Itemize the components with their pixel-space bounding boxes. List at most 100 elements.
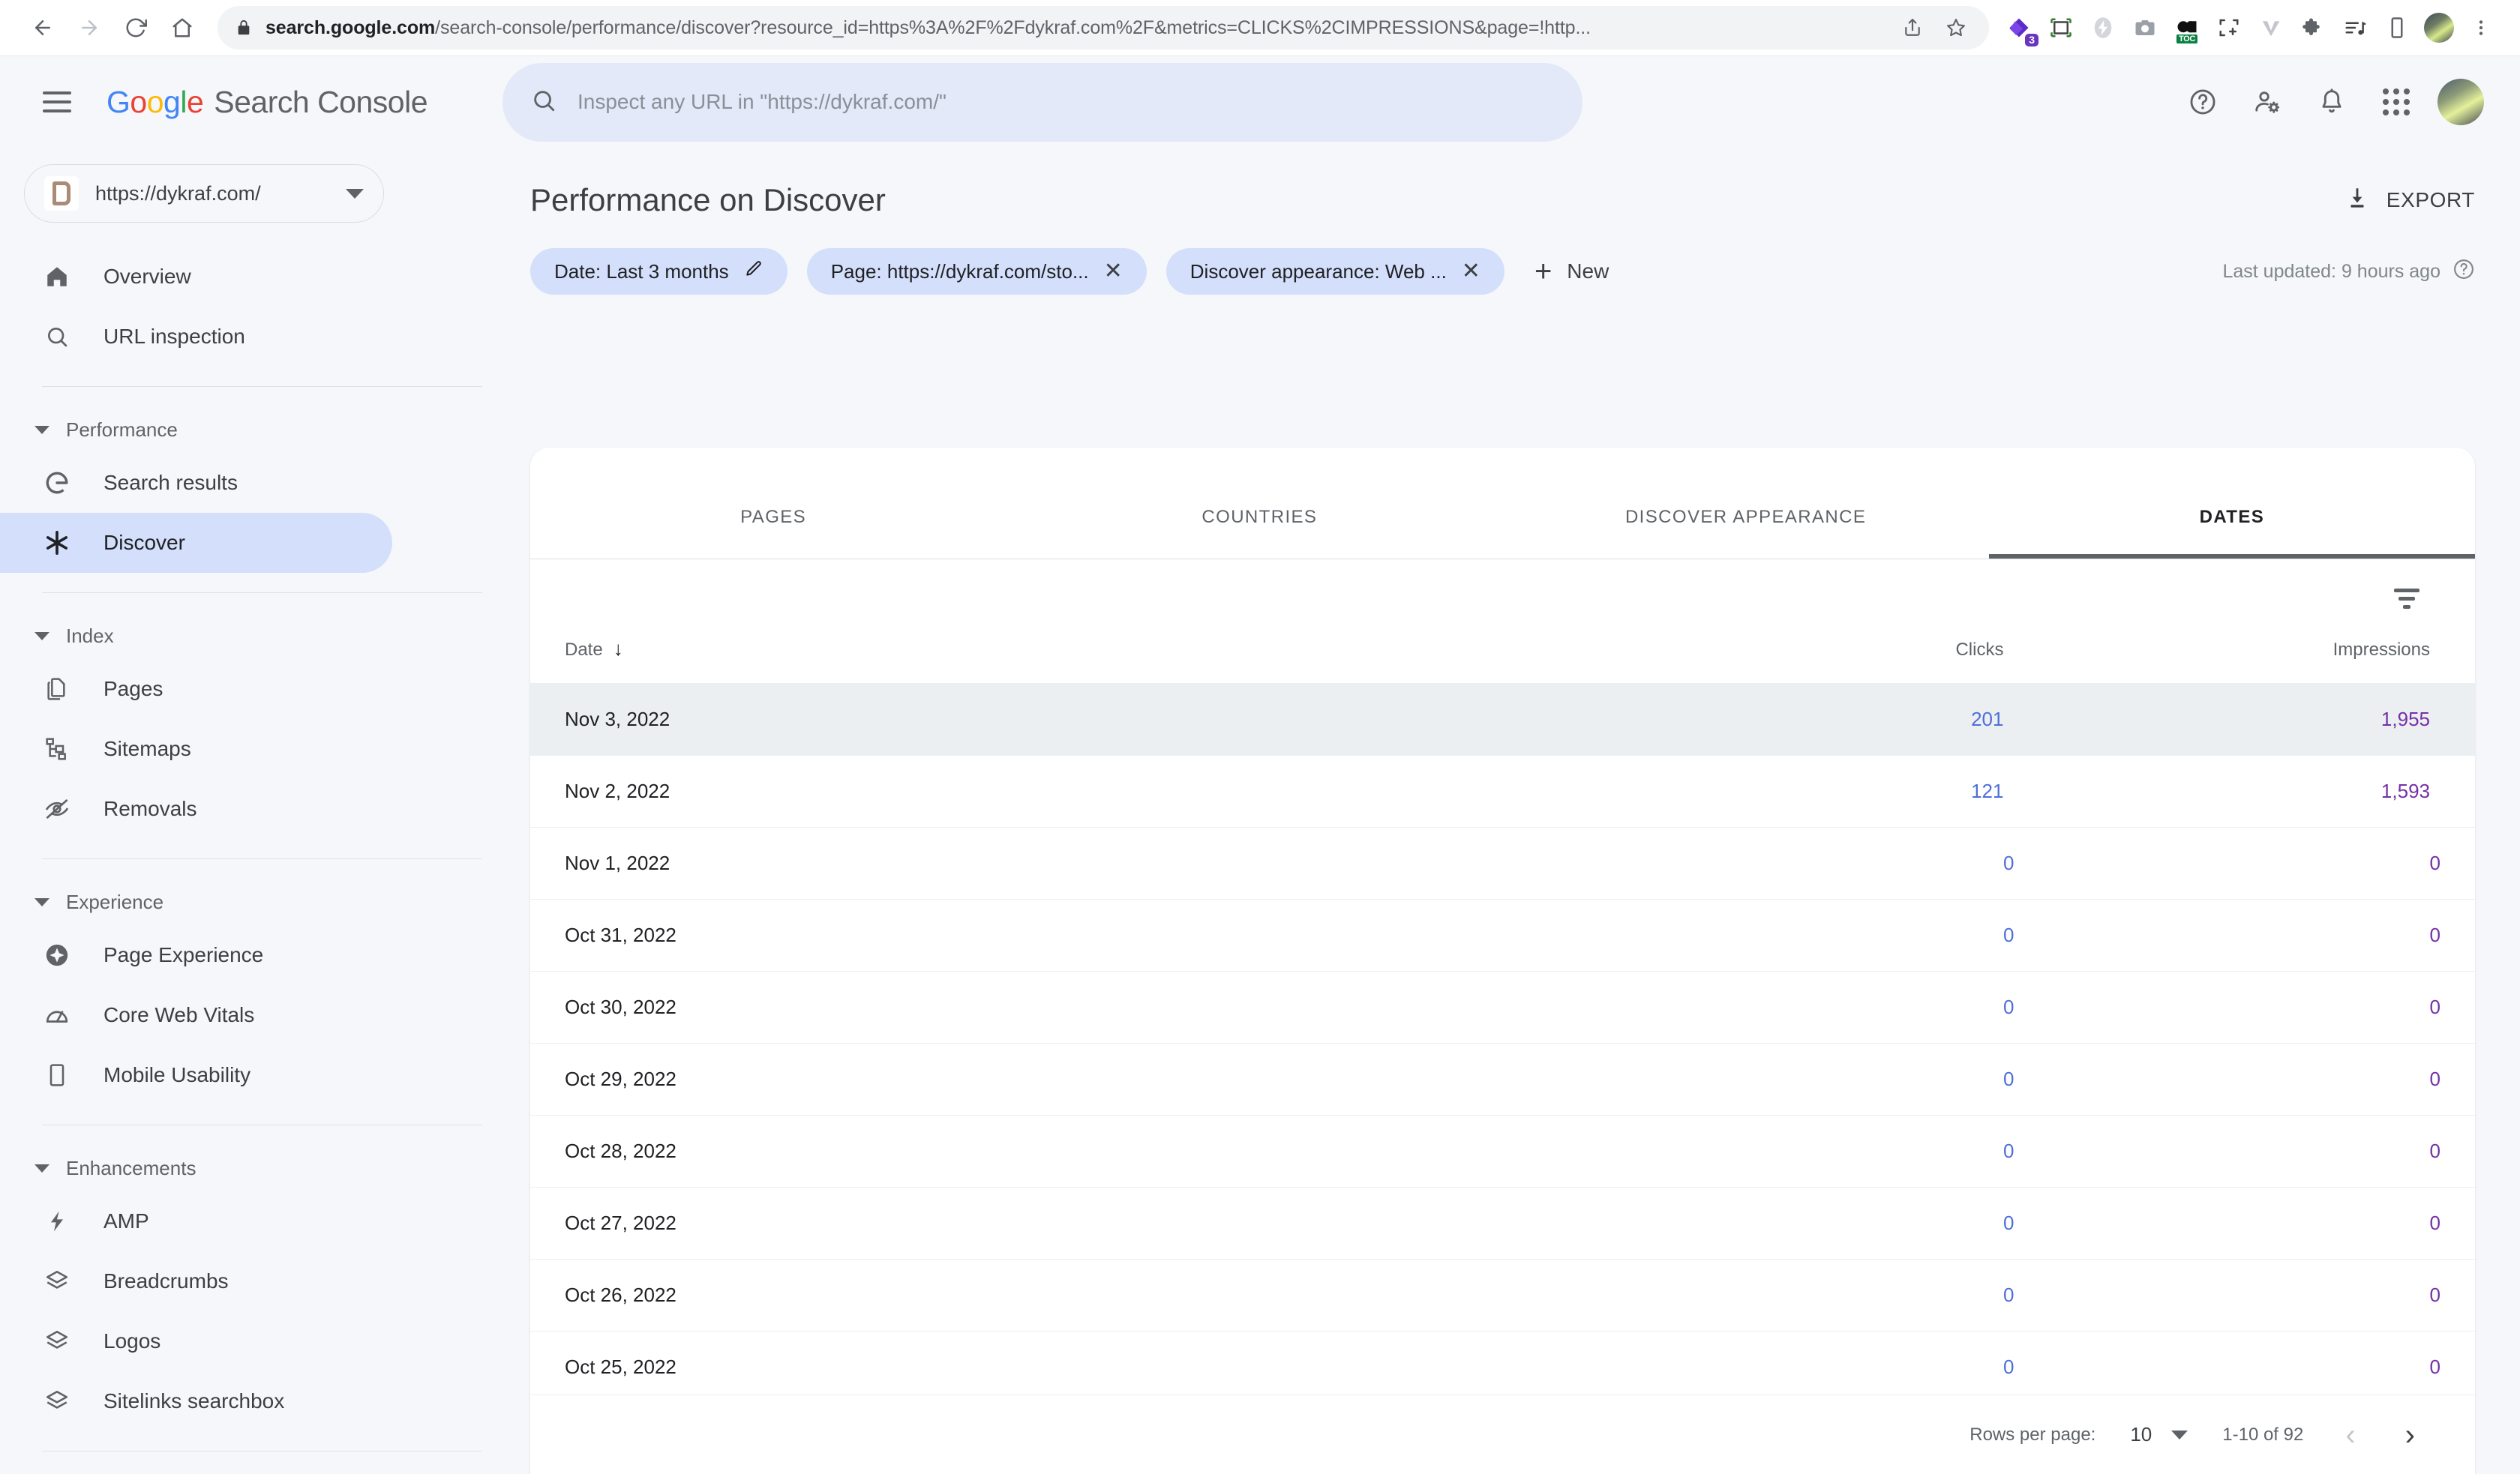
cell-clicks: 0 — [2003, 1068, 2014, 1090]
sidebar-group-label: Enhancements — [66, 1156, 196, 1179]
diamond-extension-icon[interactable]: 3 — [2000, 8, 2038, 47]
sidebar-item-sitelinks-searchbox[interactable]: Sitelinks searchbox — [0, 1371, 392, 1431]
v-extension-icon[interactable] — [2252, 8, 2290, 47]
chevron-down-icon — [34, 897, 50, 906]
cell-impressions: 1,593 — [2380, 780, 2430, 802]
search-icon — [531, 88, 556, 117]
table-row[interactable]: Oct 29, 2022 0 0 — [530, 1043, 2475, 1116]
table-row[interactable]: Oct 31, 2022 0 0 — [530, 899, 2475, 972]
filter-chip-date[interactable]: Date: Last 3 months — [530, 248, 788, 295]
sidebar-item-pages[interactable]: Pages — [0, 659, 392, 719]
bookmark-star-icon[interactable] — [1941, 13, 1971, 43]
column-header-date[interactable]: Date ↓ — [530, 637, 1658, 684]
next-page-button[interactable]: › — [2398, 1420, 2422, 1450]
table-row[interactable]: Oct 28, 2022 0 0 — [530, 1115, 2475, 1188]
sidebar-item-overview[interactable]: Overview — [0, 247, 392, 307]
table-row[interactable]: Oct 30, 2022 0 0 — [530, 971, 2475, 1044]
sidebar-item-page-experience[interactable]: Page Experience — [0, 925, 392, 985]
playlist-music-icon[interactable] — [2336, 8, 2374, 47]
url-path: /search-console/performance/discover?res… — [435, 16, 1592, 38]
puzzle-extensions-icon[interactable] — [2294, 8, 2332, 47]
sidebar-item-mobile-usability[interactable]: Mobile Usability — [0, 1045, 392, 1105]
filter-funnel-icon[interactable] — [2394, 588, 2420, 609]
previous-page-button[interactable]: ‹ — [2338, 1420, 2362, 1450]
back-arrow-icon[interactable] — [20, 4, 66, 51]
tab-pages[interactable]: PAGES — [530, 476, 1016, 559]
apps-grid-icon[interactable] — [2373, 79, 2420, 125]
page-title: Performance on Discover — [530, 182, 886, 217]
sidebar-item-search-results[interactable]: Search results — [0, 453, 392, 513]
table-row[interactable]: Oct 25, 2022 0 0 — [530, 1331, 2475, 1404]
sidebar-item-url-inspection[interactable]: URL inspection — [0, 307, 392, 367]
address-bar[interactable]: search.google.com/search-console/perform… — [218, 6, 1989, 49]
column-header-impressions[interactable]: Impressions — [2066, 637, 2475, 684]
capture-region-icon[interactable] — [2210, 8, 2248, 47]
user-avatar[interactable] — [2438, 79, 2484, 125]
close-x-icon[interactable]: ✕ — [1104, 260, 1123, 283]
sidebar-item-discover[interactable]: Discover — [0, 513, 392, 573]
sidebar-item-breadcrumbs[interactable]: Breadcrumbs — [0, 1251, 392, 1311]
app-body: https://dykraf.com/ Overview URL inspect… — [0, 148, 2520, 1474]
mobile-device-icon[interactable] — [2378, 8, 2416, 47]
sidebar-item-sitemaps[interactable]: Sitemaps — [0, 719, 392, 779]
tab-discover-appearance[interactable]: DISCOVER APPEARANCE — [1503, 476, 1989, 559]
rows-per-page-select[interactable]: 10 — [2130, 1423, 2188, 1446]
pagination-range: 1-10 of 92 — [2222, 1424, 2304, 1445]
sidebar-item-label: Logos — [104, 1329, 161, 1353]
table-row[interactable]: Nov 2, 2022 121 1,593 — [530, 755, 2475, 828]
add-new-filter-button[interactable]: + New — [1534, 256, 1609, 286]
pages-copy-icon — [42, 677, 72, 701]
toc-extension-icon[interactable]: TOC — [2168, 8, 2206, 47]
property-selector[interactable]: https://dykraf.com/ — [24, 164, 384, 223]
sidebar-group-performance[interactable]: Performance — [0, 406, 512, 453]
cell-clicks: 0 — [2003, 1212, 2014, 1234]
three-dot-menu-icon[interactable] — [2462, 8, 2500, 47]
sidebar-item-amp[interactable]: AMP — [0, 1191, 392, 1251]
user-settings-icon[interactable] — [2244, 79, 2290, 125]
table-row[interactable]: Nov 1, 2022 0 0 — [530, 827, 2475, 900]
table-row[interactable]: Oct 27, 2022 0 0 — [530, 1187, 2475, 1260]
share-icon[interactable] — [1898, 13, 1928, 43]
close-x-icon[interactable]: ✕ — [1462, 260, 1480, 283]
sidebar-group-index[interactable]: Index — [0, 613, 512, 659]
sidebar-item-logos[interactable]: Logos — [0, 1311, 392, 1371]
table-row[interactable]: Nov 3, 2022 201 1,955 — [530, 683, 2475, 756]
sidebar-item-label: Mobile Usability — [104, 1063, 251, 1086]
sidebar-group-enhancements[interactable]: Enhancements — [0, 1145, 512, 1191]
bell-icon[interactable] — [2308, 79, 2355, 125]
reload-icon[interactable] — [112, 4, 159, 51]
browser-profile-avatar[interactable] — [2420, 8, 2458, 47]
chevron-down-icon — [34, 631, 50, 640]
sidebar-group-experience[interactable]: Experience — [0, 879, 512, 925]
url-inspection-input[interactable]: Inspect any URL in "https://dykraf.com/" — [502, 62, 1582, 142]
table-row[interactable]: Oct 26, 2022 0 0 — [530, 1259, 2475, 1332]
edit-pencil-icon[interactable] — [744, 259, 764, 284]
export-button[interactable]: EXPORT — [2344, 185, 2475, 216]
sidebar-item-core-web-vitals[interactable]: Core Web Vitals — [0, 985, 392, 1045]
screenshot-frame-icon[interactable] — [2042, 8, 2080, 47]
sidebar-divider — [42, 386, 482, 387]
camera-extension-icon[interactable] — [2126, 8, 2164, 47]
column-header-clicks[interactable]: Clicks — [1658, 637, 2067, 684]
mobile-phone-icon — [42, 1063, 72, 1087]
cell-impressions: 0 — [2429, 1284, 2440, 1306]
table-header-row: Date ↓ Clicks Impressions — [530, 637, 2475, 684]
product-name: Search Console — [214, 84, 428, 119]
tab-dates[interactable]: DATES — [1988, 476, 2475, 559]
forward-arrow-icon[interactable] — [66, 4, 112, 51]
help-circle-icon[interactable] — [2180, 79, 2226, 125]
filter-chip-discover-appearance[interactable]: Discover appearance: Web ... ✕ — [1166, 248, 1504, 295]
hamburger-menu-icon[interactable] — [30, 75, 84, 129]
lock-icon — [236, 19, 252, 36]
sidebar-item-removals[interactable]: Removals — [0, 779, 392, 839]
lightning-extension-icon[interactable] — [2084, 8, 2122, 47]
home-icon[interactable] — [159, 4, 206, 51]
cell-date: Oct 30, 2022 — [565, 996, 676, 1018]
filter-chip-page[interactable]: Page: https://dykraf.com/sto... ✕ — [806, 248, 1147, 295]
sidebar-item-label: Sitelinks searchbox — [104, 1389, 285, 1413]
help-circle-icon[interactable] — [2452, 258, 2475, 286]
app-header: Google Search Console Inspect any URL in… — [0, 56, 2520, 148]
tab-label: COUNTRIES — [1202, 507, 1318, 527]
sidebar-item-label: URL inspection — [104, 325, 245, 348]
tab-countries[interactable]: COUNTRIES — [1016, 476, 1502, 559]
